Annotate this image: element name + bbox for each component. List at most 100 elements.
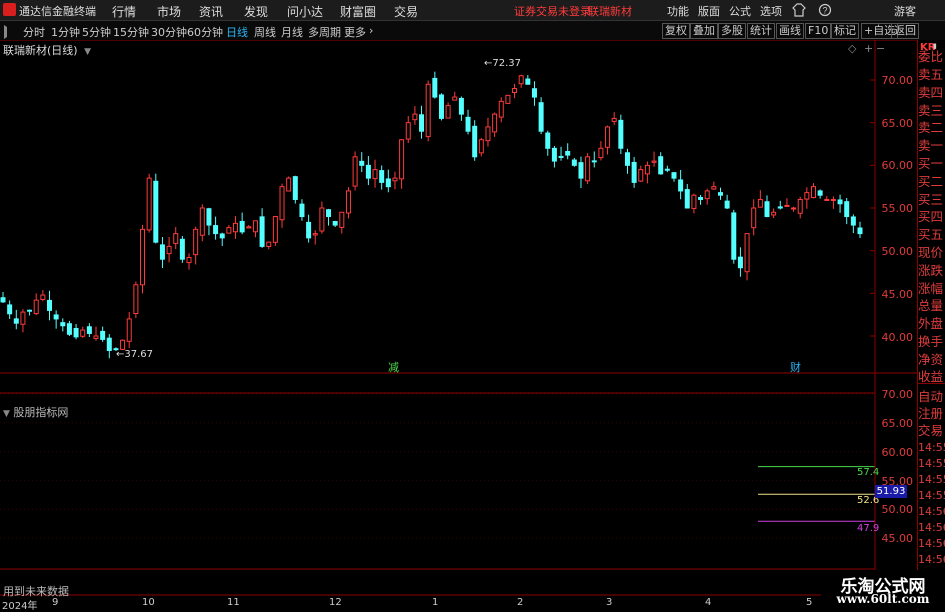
watermark: 乐淘公式网 www.60lt.com [821,570,945,609]
period-monthly[interactable]: 月线 [281,24,303,40]
candle-body [452,96,458,101]
period-daily[interactable]: 日线 [226,24,248,40]
app-logo-icon [3,3,16,16]
candle-body [478,139,484,154]
candle-body [784,204,790,207]
mark-button[interactable]: 标记 [831,23,859,39]
candle-body [518,75,524,85]
trade-login-warning[interactable]: 证券交易未登录 [514,3,591,19]
period-60min[interactable]: 60分钟 [187,24,223,40]
x-label-2: 2 [517,597,524,608]
candle-body [751,207,757,229]
period-1min[interactable]: 1分钟 [51,24,80,40]
period-15min[interactable]: 15分钟 [113,24,149,40]
period-multi[interactable]: 多周期 [308,24,341,40]
side-trade[interactable]: 交易 [918,420,945,439]
statistics-button[interactable]: 统计 [747,23,775,39]
f10-button[interactable]: F10 [805,23,832,39]
side-buy4: 买四 [918,209,944,224]
candle-body [292,176,298,200]
x-label-5: 5 [806,597,813,608]
menu-faxian[interactable]: 发现 [244,3,268,20]
indicator-title-text: 股朋指标网 [13,406,69,419]
candle-body [213,225,219,235]
guest-account[interactable]: 游客 [894,3,916,19]
candle-body [419,114,425,132]
candle-body [372,169,378,180]
chevron-down-icon[interactable]: ▼ [3,409,10,419]
candle-body [724,200,730,209]
period-5min[interactable]: 5分钟 [82,24,111,40]
chevron-right-icon[interactable]: › [369,24,373,37]
side-sell5: 卖五 [918,67,944,82]
period-30min[interactable]: 30分钟 [151,24,187,40]
candle-body [173,233,179,244]
candle-body [837,199,843,205]
tick-time-8: 14:56 [918,553,945,566]
draw-line-button[interactable]: 画线 [776,23,804,39]
candle-body [252,220,258,233]
candle-body [86,326,92,334]
candle-body [186,256,192,264]
overlay-button[interactable]: 叠加 [690,23,718,39]
reduce-marker[interactable]: 减 [388,359,399,375]
side-buy2: 买二 [918,174,944,189]
side-volume: 总量 [918,298,944,313]
side-buy1: 买一 [918,156,944,171]
menu-gongshi[interactable]: 公式 [729,3,751,19]
help-icon[interactable]: ? [818,3,832,17]
candle-body [279,186,285,221]
watermark-url: www.60lt.com [836,592,930,606]
menu-banmian[interactable]: 版面 [698,3,720,19]
period-weekly[interactable]: 周线 [254,24,276,40]
fuquan-button[interactable]: 复权 [662,23,690,39]
side-sell1: 卖一 [918,138,944,153]
multi-stock-button[interactable]: 多股 [718,23,746,39]
back-button[interactable]: 返回 [891,23,919,39]
period-more[interactable]: 更多 [344,24,366,40]
candle-body [611,117,617,122]
side-outer: 外盘 [918,316,944,331]
candle-body [698,196,704,200]
candle-body [777,206,783,209]
period-fenshi[interactable]: 分时 [23,24,45,40]
candle-body [7,304,13,315]
candle-body [166,245,172,255]
finance-marker[interactable]: 财 [790,359,801,375]
title-bar: 通达信金融终端 行情 市场 资讯 发现 问小达 财富圈 交易 证券交易未登录 联… [0,0,945,21]
candle-body [771,211,777,216]
candle-body [644,164,650,175]
price-tick-45: 45.00 [881,288,914,301]
candle-body [558,155,564,158]
tick-time-4: 14:55 [918,489,945,502]
menu-shichang[interactable]: 市场 [157,3,181,20]
candle-body [20,311,26,325]
candle-body [717,192,723,196]
shirt-icon[interactable] [792,3,806,17]
sidebar-toggle-icon[interactable] [4,25,17,39]
x-label-2024: 2024年 [2,601,38,612]
candle-body [359,160,365,166]
side-weibi: 委比 [918,49,944,64]
menu-wenxiaoda[interactable]: 问小达 [287,3,323,20]
indicator-title: ▼ 股朋指标网 [3,404,68,420]
candle-body [13,318,19,324]
menu-zixun[interactable]: 资讯 [199,3,223,20]
price-tick-55: 55.00 [881,202,914,215]
candle-body [857,227,863,235]
candle-body [624,152,630,166]
price-tick-60: 60.00 [881,159,914,172]
menu-jiaoyi[interactable]: 交易 [394,3,418,20]
ind-tick-70: 70.00 [881,388,914,401]
candle-body [106,337,112,352]
candle-body [684,189,690,209]
menu-hangqing[interactable]: 行情 [112,3,136,20]
menu-xuanxiang[interactable]: 选项 [760,3,782,19]
menu-gongneng[interactable]: 功能 [667,3,689,19]
candle-body [651,160,657,163]
candle-body [27,309,33,312]
kline-chart[interactable] [0,40,918,600]
menu-caifuquan[interactable]: 财富圈 [340,3,376,20]
current-stock-link[interactable]: 联瑞新材 [588,3,632,19]
candle-body [432,77,438,98]
